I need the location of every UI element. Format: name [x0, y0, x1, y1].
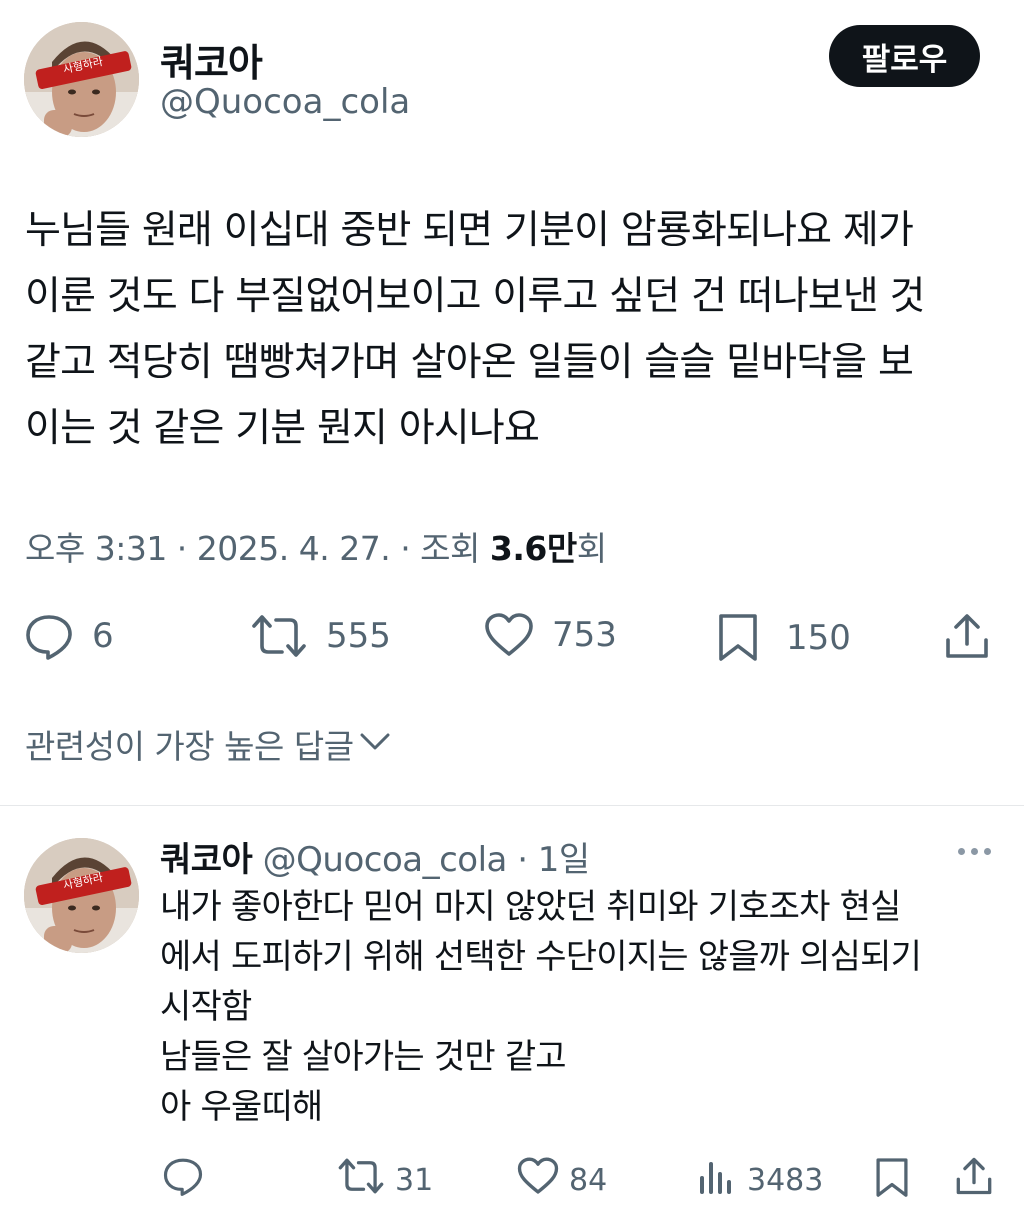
retweet-icon	[337, 1156, 385, 1204]
reply-text-line: 에서 도피하기 위해 선택한 수단이지는 않을까 의심되기	[160, 937, 922, 977]
bookmark-icon	[716, 612, 760, 664]
reply-text-line: 시작함	[160, 987, 252, 1027]
reply-text-line: 아 우울띠해	[160, 1087, 323, 1127]
retweet-button[interactable]: 555	[250, 612, 391, 660]
avatar[interactable]: 사형하라	[24, 22, 139, 137]
reply-avatar-image: 사형하라	[24, 838, 139, 953]
like-button[interactable]: 753	[484, 612, 617, 658]
like-icon	[484, 612, 534, 658]
reply-sort-label: 관련성이 가장 높은 답글	[25, 727, 354, 766]
reply-retweet-button[interactable]: 31	[337, 1156, 433, 1204]
reply-author-name[interactable]: 쿼코아	[160, 840, 253, 880]
share-button[interactable]	[944, 612, 990, 660]
follow-button[interactable]: 팔로우	[829, 25, 980, 87]
author-name[interactable]: 쿼코아	[160, 32, 263, 87]
retweet-count: 555	[326, 616, 391, 656]
bookmark-count: 150	[786, 618, 851, 658]
reply-icon	[24, 612, 74, 660]
reply-views-count: 3483	[747, 1162, 824, 1198]
share-icon	[955, 1156, 993, 1204]
reply-icon	[162, 1156, 204, 1204]
reply-bookmark-button[interactable]	[874, 1156, 910, 1208]
reply-retweet-count: 31	[395, 1162, 434, 1198]
retweet-icon	[250, 612, 308, 660]
views-icon	[697, 1156, 737, 1204]
reply-views-button[interactable]: 3483	[697, 1156, 823, 1204]
reply-avatar[interactable]: 사형하라	[24, 838, 139, 953]
reply-author-handle[interactable]: @Quocoa_cola	[263, 840, 508, 880]
chevron-down-icon	[358, 725, 392, 764]
reply-header: 쿼코아 @Quocoa_cola · 1일	[160, 832, 590, 881]
view-count-suffix: 회	[576, 529, 607, 568]
share-icon	[944, 612, 990, 660]
tweet-text-line: 이룬 것도 다 부질없어보이고 이루고 싶던 건 떠나보낸 것	[25, 274, 925, 319]
tweet-text-line: 누님들 원래 이십대 중반 되면 기분이 암룡화되나요 제가	[25, 208, 914, 253]
like-icon	[517, 1156, 559, 1204]
more-options-icon[interactable]	[958, 848, 991, 855]
reply-button[interactable]: 6	[24, 612, 114, 660]
reply-share-button[interactable]	[955, 1156, 993, 1204]
divider	[0, 805, 1024, 806]
tweet-meta: 오후 3:31 · 2025. 4. 27. · 조회 3.6만회	[25, 522, 607, 570]
bookmark-button[interactable]: 150	[716, 612, 851, 664]
author-handle[interactable]: @Quocoa_cola	[160, 82, 410, 122]
tweet-text-line: 이는 것 같은 기분 뭔지 아시나요	[25, 406, 540, 451]
reply-like-button[interactable]: 84	[517, 1156, 607, 1204]
bookmark-icon	[874, 1156, 910, 1208]
reply-text-line: 내가 좋아한다 믿어 마지 않았던 취미와 기호조차 현실	[160, 887, 901, 927]
reply-reply-button[interactable]	[162, 1156, 204, 1204]
tweet-text-line: 같고 적당히 땜빵쳐가며 살아온 일들이 슬슬 밑바닥을 보	[25, 340, 914, 385]
reply-count: 6	[92, 616, 114, 656]
reply-time[interactable]: · 1일	[517, 840, 590, 880]
avatar-image: 사형하라	[24, 22, 139, 137]
view-count: 3.6만	[489, 529, 577, 568]
reply-like-count: 84	[569, 1162, 608, 1198]
reply-sort-dropdown[interactable]: 관련성이 가장 높은 답글	[25, 720, 392, 768]
tweet-timestamp[interactable]: 오후 3:31 · 2025. 4. 27. · 조회	[25, 529, 490, 568]
reply-text-line: 남들은 잘 살아가는 것만 같고	[160, 1037, 567, 1077]
like-count: 753	[552, 615, 617, 655]
